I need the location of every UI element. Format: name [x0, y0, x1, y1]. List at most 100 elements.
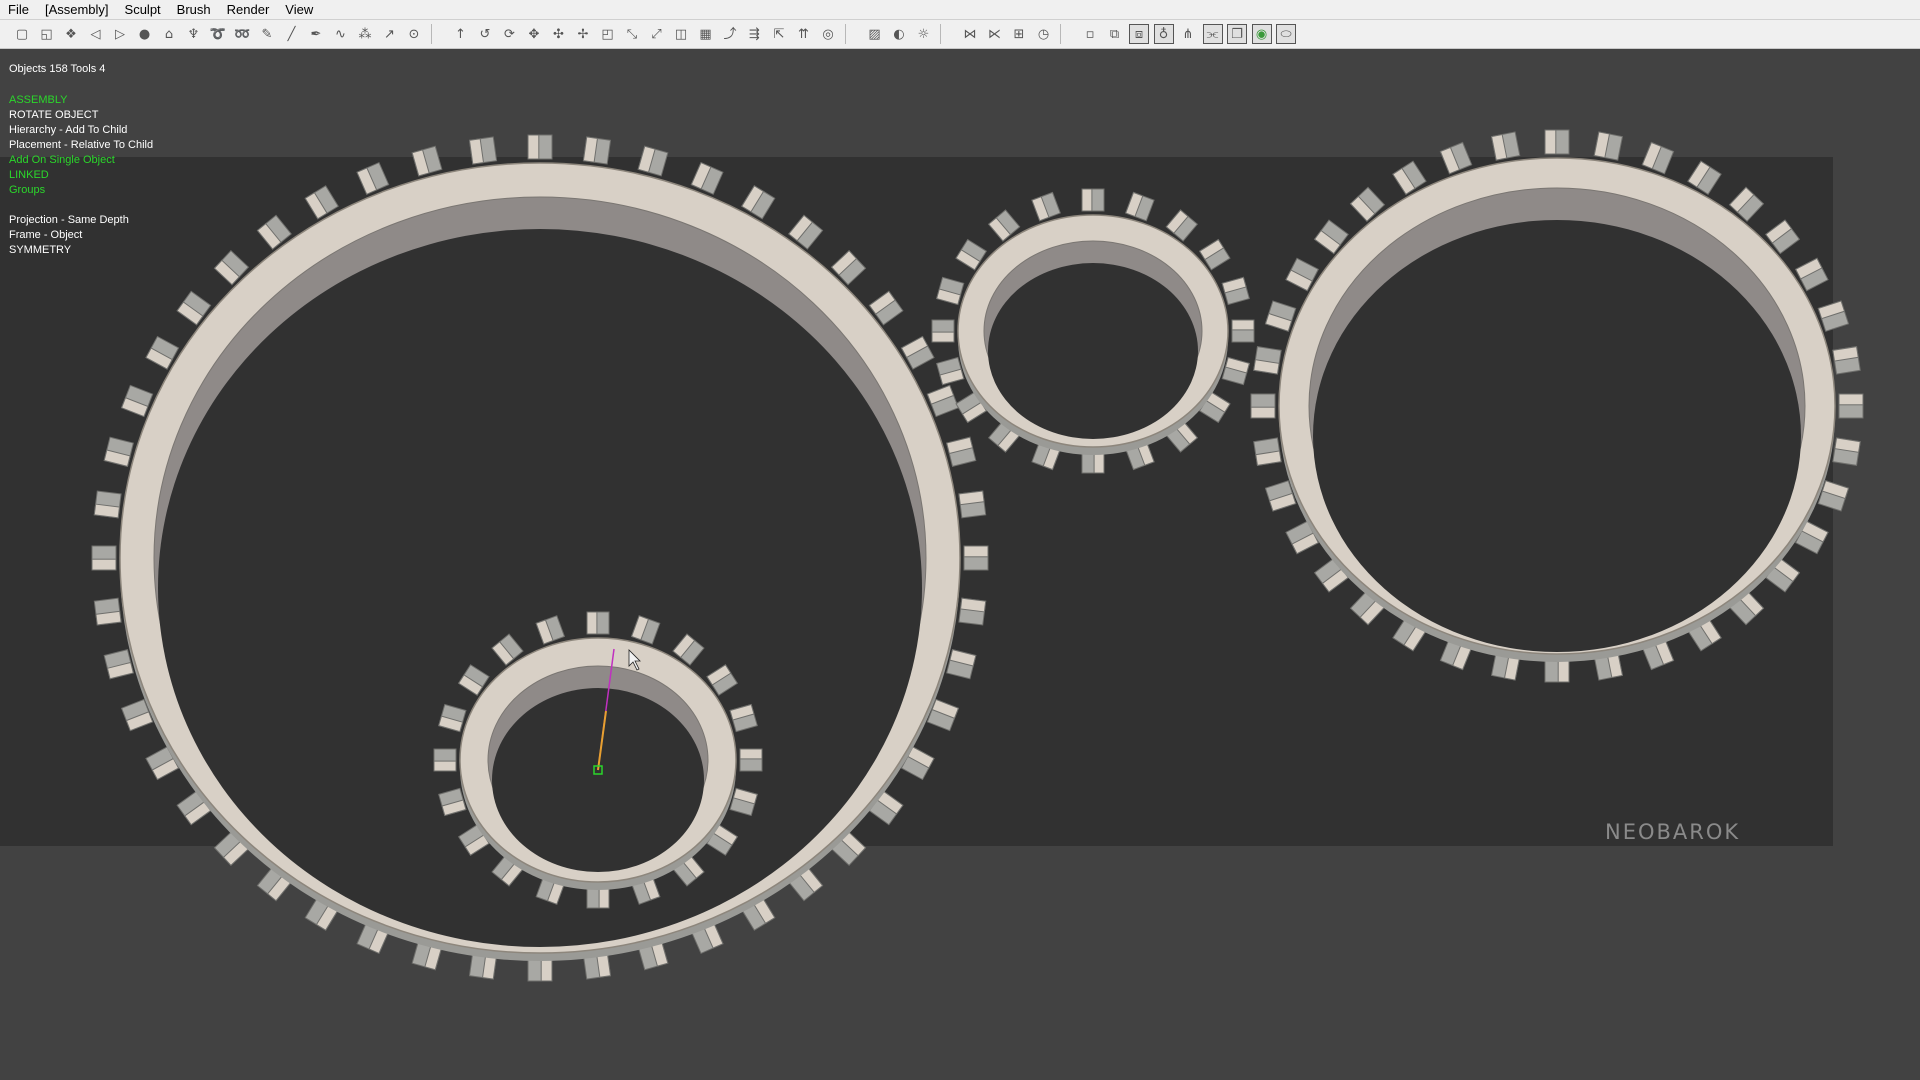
snowflake-icon[interactable]: ❖ — [61, 24, 81, 44]
pin-icon[interactable]: ↑ — [451, 24, 471, 44]
move-free-icon[interactable]: ✢ — [573, 24, 593, 44]
drag-out-icon[interactable]: ⇱ — [769, 24, 789, 44]
status-line — [9, 198, 153, 213]
symmetry-icon[interactable]: ⋔ — [1178, 24, 1198, 44]
gear-tooth — [1081, 188, 1105, 212]
status-line: Frame - Object — [9, 229, 83, 241]
menu-render[interactable]: Render — [219, 0, 278, 20]
menu-sculpt[interactable]: Sculpt — [117, 0, 169, 20]
spray-icon[interactable]: ⁂ — [355, 24, 375, 44]
undo-icon[interactable]: ◁ — [86, 24, 106, 44]
new-icon[interactable]: ▢ — [12, 24, 32, 44]
color-icon[interactable]: ◉ — [1251, 24, 1272, 44]
frame-icon[interactable]: ▫ — [1080, 24, 1100, 44]
gear-tooth — [103, 649, 134, 680]
capsule-icon[interactable]: ⬭ — [1276, 24, 1296, 44]
stretch-icon[interactable]: ⤡ — [622, 24, 642, 44]
merge-icon[interactable]: ⋈ — [960, 24, 980, 44]
move-alt-icon[interactable]: ✣ — [549, 24, 569, 44]
status-line: LINKED — [9, 169, 49, 181]
pen-icon[interactable]: ✒ — [306, 24, 326, 44]
lasso-plus-icon[interactable]: ➿ — [233, 24, 253, 44]
link-multi-icon[interactable]: ⇶ — [745, 24, 765, 44]
link-bracket-icon[interactable]: ⫘ — [1202, 24, 1223, 44]
align-icon[interactable]: ⇈ — [794, 24, 814, 44]
gear-hole — [988, 263, 1198, 439]
gear-tooth — [356, 161, 390, 195]
gear-tooth — [1490, 131, 1521, 161]
gear-tooth — [1253, 346, 1282, 375]
gear-tooth — [1832, 437, 1861, 466]
gear-tooth — [1231, 319, 1255, 343]
gear-tooth — [936, 276, 965, 306]
copy-icon[interactable]: ❐ — [1227, 24, 1247, 44]
gear-hole — [1313, 220, 1801, 652]
clock-icon[interactable]: ◷ — [1034, 24, 1054, 44]
gear-tooth — [1221, 356, 1250, 386]
gear-tooth — [527, 134, 553, 160]
bend-icon[interactable]: ⤢ — [647, 24, 667, 44]
mirror-icon[interactable]: ◫ — [671, 24, 691, 44]
home-icon[interactable]: ⌂ — [159, 24, 179, 44]
gear-tooth — [1544, 129, 1570, 155]
gear-tooth — [963, 545, 989, 571]
sun-icon[interactable]: ☼ — [914, 24, 934, 44]
gear-tooth — [958, 490, 987, 519]
menu-view[interactable]: View — [277, 0, 321, 20]
gear-tooth — [946, 436, 977, 467]
gear-tooth — [958, 597, 987, 626]
menu-bar: File [Assembly] Sculpt Brush Render View — [0, 0, 1920, 20]
rotate-icon[interactable]: ↺ — [475, 24, 495, 44]
gear-tooth — [1817, 300, 1850, 332]
move-icon[interactable]: ✥ — [524, 24, 544, 44]
toolbar-separator — [940, 24, 941, 44]
brush-icon[interactable]: ✎ — [257, 24, 277, 44]
line-icon[interactable]: ╱ — [282, 24, 302, 44]
menu-file[interactable]: File — [0, 0, 37, 20]
toolbar-separator — [430, 24, 432, 44]
open-icon[interactable]: ◱ — [37, 24, 57, 44]
gear-tooth — [91, 545, 117, 571]
window-icon[interactable]: ⧉ — [1105, 24, 1125, 44]
curve-icon[interactable]: ∿ — [331, 24, 351, 44]
split-icon[interactable]: ⋉ — [985, 24, 1005, 44]
fit-icon[interactable]: ⊞ — [1009, 24, 1029, 44]
gear-medium-right[interactable] — [931, 188, 1255, 474]
status-line: ASSEMBLY — [9, 94, 68, 106]
gear-tooth — [936, 356, 965, 386]
gear-tooth — [1838, 393, 1864, 419]
toolbar-separator — [844, 24, 846, 44]
3d-viewport[interactable] — [0, 49, 1920, 1080]
gear-tooth — [946, 649, 977, 680]
window-active-icon[interactable]: ⧈ — [1129, 24, 1149, 44]
status-line: SYMMETRY — [9, 244, 72, 256]
gear-tooth — [582, 136, 612, 165]
gear-tooth — [1264, 300, 1297, 332]
gear-tooth — [931, 319, 955, 343]
gear-tooth — [1593, 131, 1624, 161]
menu-brush[interactable]: Brush — [169, 0, 219, 20]
gear-tooth — [1832, 346, 1861, 375]
tree-icon[interactable]: ♆ — [184, 24, 204, 44]
rotate-cw-icon[interactable]: ⟳ — [500, 24, 520, 44]
target-icon[interactable]: ⊙ — [404, 24, 424, 44]
ring-icon[interactable]: ♁ — [1153, 24, 1174, 44]
grid-icon[interactable]: ▦ — [696, 24, 716, 44]
status-line: Hierarchy - Add To Child — [9, 124, 128, 136]
gear-large-right[interactable] — [1250, 129, 1864, 683]
link-icon[interactable]: ⤴ — [720, 24, 740, 44]
gear-scene[interactable] — [0, 49, 1920, 1080]
scale-icon[interactable]: ◰ — [598, 24, 618, 44]
contrast-icon[interactable]: ◐ — [889, 24, 909, 44]
status-line: ROTATE OBJECT — [9, 109, 99, 121]
hatch-icon[interactable]: ▨ — [865, 24, 885, 44]
menu-assembly[interactable]: [Assembly] — [37, 0, 117, 20]
redo-icon[interactable]: ▷ — [110, 24, 130, 44]
grab-icon[interactable]: ↗ — [380, 24, 400, 44]
mode-status-panel: ASSEMBLY ROTATE OBJECT Hierarchy - Add To … — [9, 93, 153, 258]
lasso-icon[interactable]: ➰ — [208, 24, 228, 44]
circles-icon[interactable]: ◎ — [818, 24, 838, 44]
status-line: Projection - Same Depth — [9, 214, 129, 226]
gear-tooth — [1250, 393, 1276, 419]
sphere-icon[interactable]: ● — [135, 24, 155, 44]
